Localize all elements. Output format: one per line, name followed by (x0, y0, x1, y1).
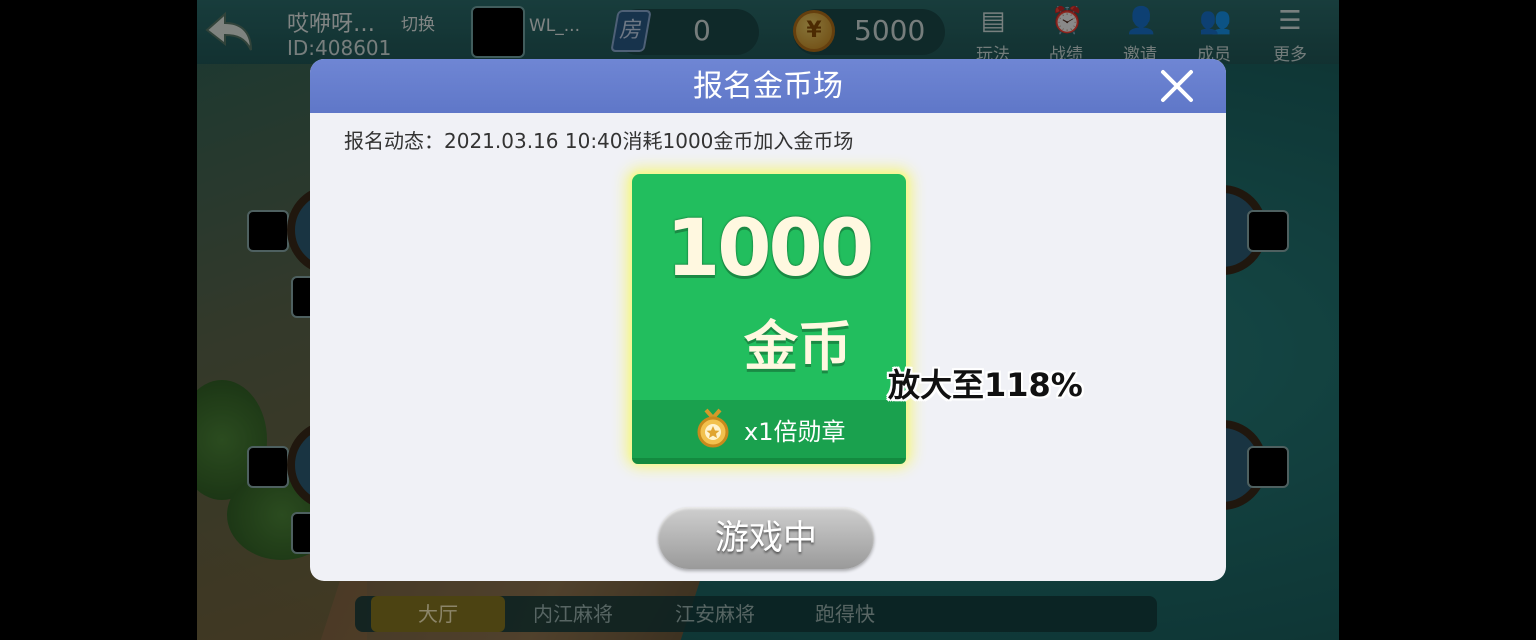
coin-unit: 金币 (744, 315, 852, 378)
dialog-header: 报名金币场 (310, 59, 1226, 113)
signup-status: 报名动态：2021.03.16 10:40消耗1000金币加入金币场 (344, 129, 854, 153)
close-icon[interactable] (1158, 67, 1196, 105)
dialog-title: 报名金币场 (693, 69, 843, 104)
card-footer: x1倍勋章 (632, 400, 906, 458)
in-game-button[interactable]: 游戏中 (658, 507, 874, 569)
coin-entry-card[interactable]: 1000 金币 x1倍勋章 (632, 174, 906, 464)
zoom-indicator: 放大至118% (888, 366, 1083, 404)
medal-icon (697, 408, 729, 448)
signup-coin-arena-dialog: 报名金币场 报名动态：2021.03.16 10:40消耗1000金币加入金币场… (310, 59, 1226, 581)
coin-amount: 1000 (666, 204, 874, 294)
medal-multiplier: x1倍勋章 (744, 418, 846, 446)
screen: 哎咿呀… 切换 ID:408601 WL_... 房 0 ¥ 5000 ▤ 玩法… (0, 0, 1536, 640)
card-edge (632, 458, 906, 464)
